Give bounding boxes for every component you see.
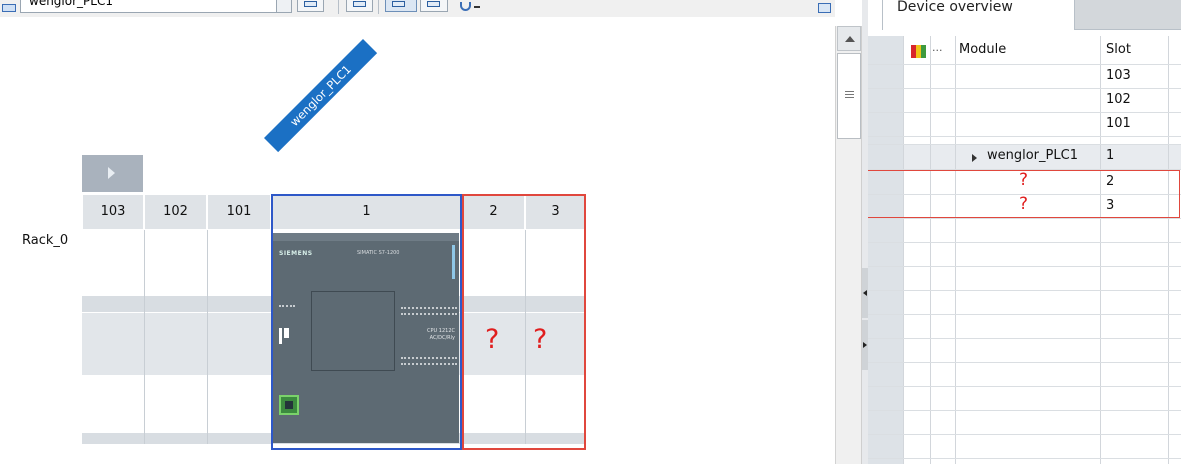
tab-bar-filler xyxy=(1075,0,1181,30)
rack: 103 102 101 1 2 3 SIEMENS SIMATIC S7-120… xyxy=(82,194,586,450)
column-header-more[interactable]: ... xyxy=(932,41,943,54)
toggle-topology-button[interactable] xyxy=(297,0,324,12)
network-view-button[interactable] xyxy=(346,0,373,12)
dropdown-button[interactable] xyxy=(276,0,291,12)
triangle-left-icon xyxy=(863,290,867,296)
row-divider xyxy=(868,386,1181,387)
column-divider xyxy=(930,36,931,464)
slot-header-102[interactable]: 102 xyxy=(144,194,207,230)
row-header-column xyxy=(868,36,903,464)
device-name-label[interactable]: wenglor_PLC1 xyxy=(264,39,378,153)
tab-device-overview-label: Device overview xyxy=(897,0,1013,15)
row-divider xyxy=(868,458,1181,459)
row-divider xyxy=(868,410,1181,411)
column-divider xyxy=(1168,36,1169,464)
tab-device-overview[interactable]: Device overview xyxy=(882,0,1075,30)
row-divider xyxy=(868,314,1181,315)
device-select[interactable]: wenglor_PLC1 xyxy=(20,0,292,13)
triangle-up-icon xyxy=(845,36,855,42)
expand-rack-button[interactable] xyxy=(82,155,143,192)
triangle-right-icon xyxy=(108,167,115,179)
slot-3-unknown-marker: ? xyxy=(533,324,548,355)
toolbar: wenglor_PLC1 xyxy=(0,0,835,17)
grip-icon xyxy=(845,91,854,98)
slot-header-103[interactable]: 103 xyxy=(82,194,144,230)
row-divider xyxy=(868,218,1181,219)
show-labels-button[interactable] xyxy=(385,0,417,12)
row-slot[interactable]: 101 xyxy=(1106,116,1131,131)
toolbar-separator xyxy=(338,0,339,14)
column-header-slot[interactable]: Slot xyxy=(1106,42,1131,57)
display-options-button[interactable] xyxy=(420,0,448,12)
zoom-out-icon[interactable] xyxy=(474,6,480,8)
device-view-icon[interactable] xyxy=(2,4,16,12)
row-divider xyxy=(868,242,1181,243)
row-divider xyxy=(868,266,1181,267)
zoom-icon[interactable] xyxy=(460,2,471,11)
slot-divider xyxy=(207,230,208,444)
row-slot[interactable]: 1 xyxy=(1106,148,1114,163)
slot-2-unknown-marker: ? xyxy=(485,324,500,355)
row-slot[interactable]: 103 xyxy=(1106,68,1131,83)
window-icon[interactable] xyxy=(818,3,831,13)
unknown-slots-outline xyxy=(462,194,586,450)
row-divider xyxy=(868,338,1181,339)
row-divider xyxy=(868,136,1181,137)
rack-name: Rack_0 xyxy=(22,233,69,248)
grid-icon xyxy=(427,1,440,7)
triangle-right-icon xyxy=(863,342,867,348)
scroll-up-button[interactable] xyxy=(837,26,861,51)
toolbar-separator xyxy=(378,0,379,14)
row-divider xyxy=(868,290,1181,291)
selected-slot-outline xyxy=(271,194,462,450)
device-overview-panel: Device overview ... Module Slot 103 102 … xyxy=(868,0,1181,464)
canvas-vertical-scrollbar[interactable] xyxy=(835,26,862,464)
row-divider xyxy=(868,434,1181,435)
overview-tab-bar: Device overview xyxy=(868,0,1181,34)
row-divider xyxy=(868,362,1181,363)
slot-divider xyxy=(144,230,145,444)
topology-icon xyxy=(304,1,317,7)
column-header-module[interactable]: Module xyxy=(959,42,1006,57)
row-module[interactable]: wenglor_PLC1 xyxy=(987,148,1078,163)
row-divider xyxy=(868,112,1181,113)
scroll-thumb[interactable] xyxy=(837,53,861,139)
row-slot[interactable]: 102 xyxy=(1106,92,1131,107)
row-divider xyxy=(868,64,1181,65)
slot-header-101[interactable]: 101 xyxy=(207,194,271,230)
column-divider xyxy=(1100,36,1101,464)
triangle-right-icon[interactable] xyxy=(972,154,977,162)
filter-icon[interactable] xyxy=(911,45,927,58)
flag-green xyxy=(921,45,926,58)
overview-table: ... Module Slot 103 102 101 wenglor_PLC1… xyxy=(868,36,1181,464)
device-select-value: wenglor_PLC1 xyxy=(29,0,113,8)
unknown-rows-outline xyxy=(868,170,1180,218)
eye-icon xyxy=(392,1,405,7)
row-divider xyxy=(868,88,1181,89)
column-divider xyxy=(955,36,956,464)
row-divider xyxy=(868,144,1181,145)
network-icon xyxy=(353,1,366,7)
column-divider xyxy=(903,36,904,464)
